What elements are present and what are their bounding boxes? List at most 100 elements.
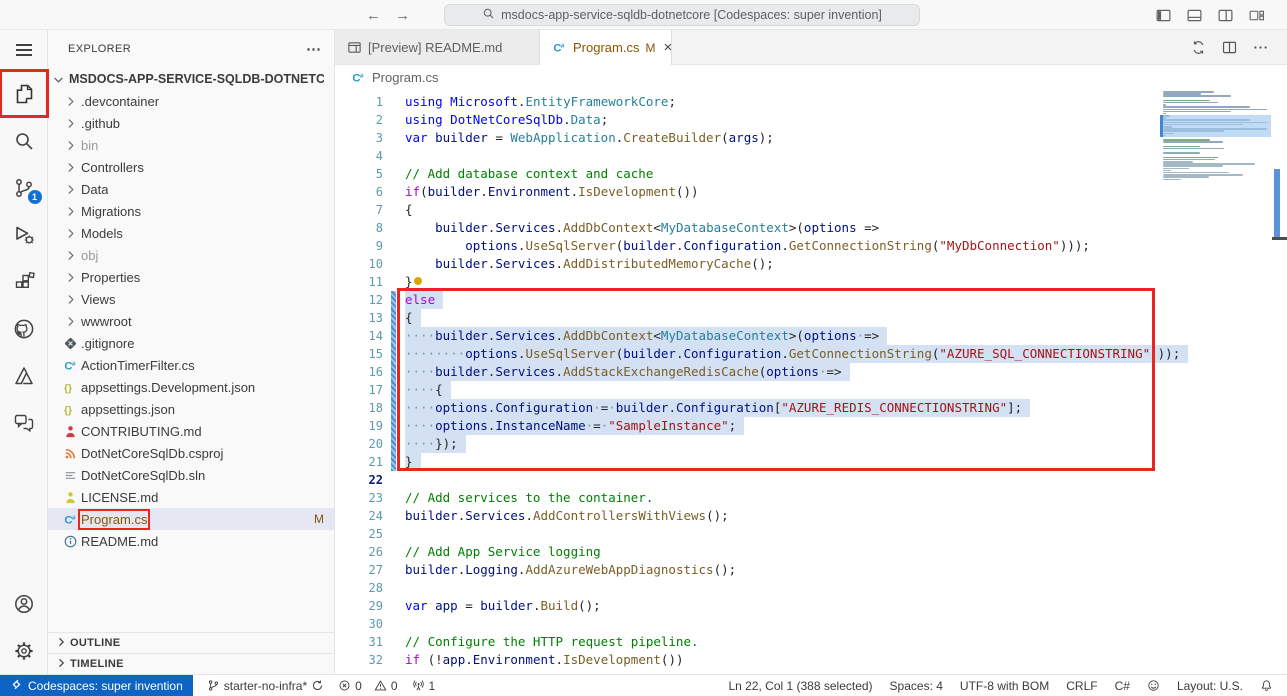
- tree-item-msdocs-app-service-sqldb-dotnetcor[interactable]: MSDOCS-APP-SERVICE-SQLDB-DOTNETCOR...: [48, 68, 334, 90]
- code-line-13[interactable]: 13{: [335, 309, 1157, 327]
- code-line-1[interactable]: 1using Microsoft.EntityFrameworkCore;: [335, 93, 1157, 111]
- line-number: 26: [335, 543, 383, 561]
- customize-layout-icon[interactable]: [1248, 7, 1265, 24]
- tree-item-appsettings-json[interactable]: {}appsettings.json: [48, 398, 334, 420]
- code-line-9[interactable]: 9 options.UseSqlServer(builder.Configura…: [335, 237, 1157, 255]
- extensions-activity-button[interactable]: [0, 258, 48, 305]
- code-line-4[interactable]: 4: [335, 147, 1157, 165]
- more-actions-icon[interactable]: [1252, 39, 1269, 56]
- code-line-2[interactable]: 2using DotNetCoreSqlDb.Data;: [335, 111, 1157, 129]
- code-line-29[interactable]: 29var app = builder.Build();: [335, 597, 1157, 615]
- tree-item-dotnetcoresqldb-sln[interactable]: DotNetCoreSqlDb.sln: [48, 464, 334, 486]
- code-line-10[interactable]: 10 builder.Services.AddDistributedMemory…: [335, 255, 1157, 273]
- code-line-25[interactable]: 25: [335, 525, 1157, 543]
- code-line-28[interactable]: 28: [335, 579, 1157, 597]
- notifications-bell-icon[interactable]: [1260, 679, 1273, 692]
- code-line-18[interactable]: 18····options.Configuration·=·builder.Co…: [335, 399, 1157, 417]
- tree-item-models[interactable]: Models: [48, 222, 334, 244]
- explorer-more-actions-icon[interactable]: ⋯: [306, 40, 322, 58]
- branch-status-item[interactable]: starter-no-infra*: [207, 679, 324, 693]
- ports-status-item[interactable]: 1: [412, 679, 436, 693]
- open-changes-icon[interactable]: [1190, 39, 1207, 56]
- code-line-32[interactable]: 32if (!app.Environment.IsDevelopment()): [335, 651, 1157, 669]
- code-line-23[interactable]: 23// Add services to the container.: [335, 489, 1157, 507]
- minimap[interactable]: [1163, 91, 1271, 674]
- code-line-6[interactable]: 6if(builder.Environment.IsDevelopment()): [335, 183, 1157, 201]
- eol-item[interactable]: CRLF: [1066, 679, 1097, 693]
- code-line-31[interactable]: 31// Configure the HTTP request pipeline…: [335, 633, 1157, 651]
- toggle-panel-icon[interactable]: [1186, 7, 1203, 24]
- code-line-26[interactable]: 26// Add App Service logging: [335, 543, 1157, 561]
- language-mode-item[interactable]: C#: [1115, 679, 1130, 693]
- outline-section[interactable]: OUTLINE: [48, 632, 334, 653]
- tree-item-views[interactable]: Views: [48, 288, 334, 310]
- code-line-15[interactable]: 15········options.UseSqlServer(builder.C…: [335, 345, 1157, 363]
- tree-item-appsettings-development-json[interactable]: {}appsettings.Development.json: [48, 376, 334, 398]
- comments-activity-button[interactable]: [0, 399, 48, 446]
- command-center-search[interactable]: msdocs-app-service-sqldb-dotnetcore [Cod…: [444, 4, 920, 26]
- timeline-section[interactable]: TIMELINE: [48, 653, 334, 674]
- tree-item-gitignore[interactable]: .gitignore: [48, 332, 334, 354]
- code-editor[interactable]: 1using Microsoft.EntityFrameworkCore;2us…: [335, 89, 1287, 674]
- feedback-smiley-icon[interactable]: [1147, 679, 1160, 692]
- encoding-item[interactable]: UTF-8 with BOM: [960, 679, 1049, 693]
- tree-item-properties[interactable]: Properties: [48, 266, 334, 288]
- tree-item-obj[interactable]: obj: [48, 244, 334, 266]
- code-line-7[interactable]: 7{: [335, 201, 1157, 219]
- code-line-14[interactable]: 14····builder.Services.AddDbContext<MyDa…: [335, 327, 1157, 345]
- tree-item-github[interactable]: .github: [48, 112, 334, 134]
- editor-group: [Preview] README.md C# Program.cs M × C#…: [335, 30, 1287, 674]
- code-line-27[interactable]: 27builder.Logging.AddAzureWebAppDiagnost…: [335, 561, 1157, 579]
- accounts-button[interactable]: [0, 580, 48, 627]
- tree-item-devcontainer[interactable]: .devcontainer: [48, 90, 334, 112]
- code-line-20[interactable]: 20····});: [335, 435, 1157, 453]
- tree-item-wwwroot[interactable]: wwwroot: [48, 310, 334, 332]
- tree-item-data[interactable]: Data: [48, 178, 334, 200]
- back-arrow-icon[interactable]: ←: [366, 7, 381, 24]
- code-line-17[interactable]: 17····{: [335, 381, 1157, 399]
- tree-item-actiontimerfilter-cs[interactable]: C#ActionTimerFilter.cs: [48, 354, 334, 376]
- tab-program-cs[interactable]: C# Program.cs M ×: [540, 30, 672, 65]
- remote-indicator[interactable]: Codespaces: super invention: [0, 675, 193, 696]
- code-line-21[interactable]: 21}: [335, 453, 1157, 471]
- code-line-24[interactable]: 24builder.Services.AddControllersWithVie…: [335, 507, 1157, 525]
- split-editor-icon[interactable]: [1221, 39, 1238, 56]
- tree-item-license-md[interactable]: LICENSE.md: [48, 486, 334, 508]
- menu-button[interactable]: [0, 30, 48, 70]
- tree-item-migrations[interactable]: Migrations: [48, 200, 334, 222]
- forward-arrow-icon[interactable]: →: [395, 7, 410, 24]
- toggle-secondary-sidebar-icon[interactable]: [1217, 7, 1234, 24]
- tree-item-program-cs[interactable]: C#Program.csM: [48, 508, 334, 530]
- code-line-16[interactable]: 16····builder.Services.AddStackExchangeR…: [335, 363, 1157, 381]
- code-line-3[interactable]: 3var builder = WebApplication.CreateBuil…: [335, 129, 1157, 147]
- tab-readme-preview[interactable]: [Preview] README.md: [335, 30, 540, 64]
- close-tab-icon[interactable]: ×: [663, 39, 672, 56]
- source-control-activity-button[interactable]: 1: [0, 164, 48, 211]
- code-line-19[interactable]: 19····options.InstanceName·=·"SampleInst…: [335, 417, 1157, 435]
- code-line-8[interactable]: 8 builder.Services.AddDbContext<MyDataba…: [335, 219, 1157, 237]
- line-number: 31: [335, 633, 383, 651]
- keyboard-layout-item[interactable]: Layout: U.S.: [1177, 679, 1243, 693]
- code-line-22[interactable]: 22: [335, 471, 1157, 489]
- github-activity-button[interactable]: [0, 305, 48, 352]
- azure-activity-button[interactable]: [0, 352, 48, 399]
- code-line-11[interactable]: 11}: [335, 273, 1157, 291]
- code-line-30[interactable]: 30: [335, 615, 1157, 633]
- run-debug-activity-button[interactable]: [0, 211, 48, 258]
- tree-item-contributing-md[interactable]: CONTRIBUTING.md: [48, 420, 334, 442]
- code-line-5[interactable]: 5// Add database context and cache: [335, 165, 1157, 183]
- chevron-right-icon: [62, 115, 78, 131]
- search-activity-button[interactable]: [0, 117, 48, 164]
- problems-status-item[interactable]: 0 0: [338, 679, 397, 693]
- tree-item-dotnetcoresqldb-csproj[interactable]: DotNetCoreSqlDb.csproj: [48, 442, 334, 464]
- toggle-sidebar-icon[interactable]: [1155, 7, 1172, 24]
- breadcrumb[interactable]: C# Program.cs: [335, 65, 1287, 89]
- cursor-position-item[interactable]: Ln 22, Col 1 (388 selected): [728, 679, 872, 693]
- tree-item-bin[interactable]: bin: [48, 134, 334, 156]
- explorer-activity-button[interactable]: [0, 70, 48, 117]
- settings-button[interactable]: [0, 627, 48, 674]
- code-line-12[interactable]: 12else: [335, 291, 1157, 309]
- tree-item-readme-md[interactable]: README.md: [48, 530, 334, 552]
- tree-item-controllers[interactable]: Controllers: [48, 156, 334, 178]
- indentation-item[interactable]: Spaces: 4: [890, 679, 943, 693]
